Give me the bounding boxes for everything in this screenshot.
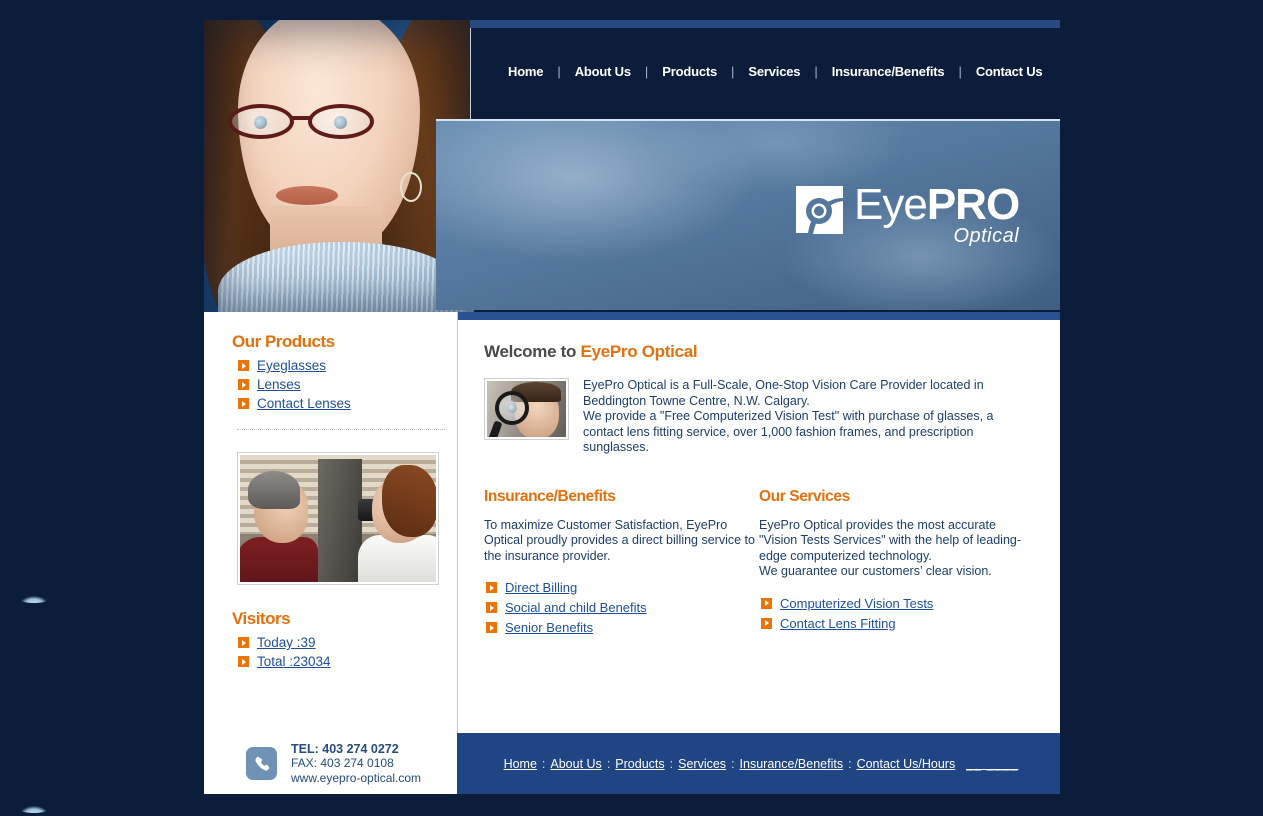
welcome-prefix: Welcome to xyxy=(484,342,581,361)
column-link-label[interactable]: Social and child Benefits xyxy=(505,600,647,615)
sidebar-link-label[interactable]: Lenses xyxy=(257,377,301,392)
sidebar-item-lenses[interactable]: Lenses xyxy=(238,377,435,392)
visitors-total-label[interactable]: Total :23034 xyxy=(257,654,331,669)
website-url: www.eyepro-optical.com xyxy=(291,770,422,785)
magnifier-handle xyxy=(487,420,503,437)
arrow-bullet-icon xyxy=(486,622,497,633)
nav-links: Home | About Us | Products | Services | … xyxy=(470,64,1060,79)
arrow-bullet-icon xyxy=(761,597,772,609)
hero-banner: EyePRO Optical xyxy=(436,119,1060,310)
column-link-label[interactable]: Contact Lens Fitting xyxy=(780,616,896,631)
exam-photo-patient-hair xyxy=(248,471,300,509)
logo-eye-text: Eye xyxy=(854,180,928,229)
arrow-bullet-icon xyxy=(761,617,772,629)
arrow-bullet-icon xyxy=(238,398,249,409)
fax-number: FAX: 403 274 0108 xyxy=(291,756,394,771)
sidebar-link-label[interactable]: Eyeglasses xyxy=(257,358,326,373)
nav-top-accent-bar xyxy=(470,20,1060,28)
logo-wordmark: EyePRO Optical xyxy=(854,180,1020,248)
welcome-brand: EyePro Optical xyxy=(580,342,698,361)
footer-trailing-underscores: __ ____ xyxy=(966,756,1019,771)
sidebar-item-contact-lenses[interactable]: Contact Lenses xyxy=(238,396,435,411)
telephone-number: TEL: 403 274 0272 xyxy=(291,741,399,756)
link-senior-benefits[interactable]: Senior Benefits xyxy=(486,620,759,635)
footer-link-contact-us-hours[interactable]: Contact Us/Hours xyxy=(852,757,961,771)
nav-item-home[interactable]: Home xyxy=(494,64,557,79)
sidebar-heading-visitors: Visitors xyxy=(232,609,291,628)
eye-logo-icon xyxy=(788,183,850,239)
portrait-vignette xyxy=(204,20,474,312)
footer-navigation: Home : About Us : Products : Services : … xyxy=(457,733,1060,794)
intro-block: EyePro Optical is a Full-Scale, One-Stop… xyxy=(484,378,1034,456)
decorative-arc-left-lower xyxy=(20,806,48,813)
sidebar-exam-photo xyxy=(237,452,439,585)
column-insurance-benefits: Insurance/Benefits To maximize Customer … xyxy=(484,488,759,641)
sidebar-link-label[interactable]: Contact Lenses xyxy=(257,396,351,411)
main-navigation-bar: Home | About Us | Products | Services | … xyxy=(470,20,1060,119)
column-heading: Insurance/Benefits xyxy=(484,487,616,505)
hero-portrait-photo xyxy=(204,20,474,312)
link-contact-lens-fitting[interactable]: Contact Lens Fitting xyxy=(761,616,1034,631)
decorative-arc-left-upper xyxy=(20,596,48,603)
link-direct-billing[interactable]: Direct Billing xyxy=(486,580,759,595)
column-heading: Our Services xyxy=(759,487,850,505)
main-content: Welcome to EyePro Optical EyePro Optical… xyxy=(457,312,1060,733)
content-columns: Insurance/Benefits To maximize Customer … xyxy=(484,488,1034,641)
exam-photo-slit-lamp xyxy=(318,459,362,582)
footer-contact-block: TEL: 403 274 0272 FAX: 403 274 0108 www.… xyxy=(204,733,457,794)
nav-item-products[interactable]: Products xyxy=(648,64,731,79)
arrow-bullet-icon xyxy=(486,602,497,613)
nav-item-about-us[interactable]: About Us xyxy=(561,64,645,79)
phone-icon xyxy=(246,747,277,780)
logo-tagline: Optical xyxy=(953,225,1020,247)
nav-item-insurance-benefits[interactable]: Insurance/Benefits xyxy=(818,64,959,79)
site-footer: TEL: 403 274 0272 FAX: 403 274 0108 www.… xyxy=(204,733,1060,794)
arrow-bullet-icon xyxy=(238,656,249,667)
arrow-bullet-icon xyxy=(486,582,497,593)
column-link-label[interactable]: Senior Benefits xyxy=(505,620,593,635)
magnifier-icon xyxy=(495,391,529,425)
arrow-bullet-icon xyxy=(238,379,249,390)
nav-item-services[interactable]: Services xyxy=(734,64,814,79)
exam-photo-optometrist-hair xyxy=(382,465,436,537)
site-header: Home | About Us | Products | Services | … xyxy=(204,20,1060,312)
link-computerized-vision-tests[interactable]: Computerized Vision Tests xyxy=(761,596,1034,611)
column-link-label[interactable]: Computerized Vision Tests xyxy=(780,596,933,611)
page-title: Welcome to EyePro Optical xyxy=(484,342,1034,362)
column-our-services: Our Services EyePro Optical provides the… xyxy=(759,488,1034,641)
footer-link-services[interactable]: Services xyxy=(673,757,731,771)
page-body: Our Products Eyeglasses Lenses Contact L… xyxy=(204,312,1060,733)
sidebar-item-visitors-total[interactable]: Total :23034 xyxy=(238,654,435,669)
contact-details: TEL: 403 274 0272 FAX: 403 274 0108 www.… xyxy=(291,742,421,786)
content-top-accent-bar xyxy=(458,312,1060,320)
footer-link-about-us[interactable]: About Us xyxy=(545,757,606,771)
arrow-bullet-icon xyxy=(238,360,249,371)
link-social-and-child-benefits[interactable]: Social and child Benefits xyxy=(486,600,759,615)
column-body-text: To maximize Customer Satisfaction, EyePr… xyxy=(484,517,755,563)
intro-paragraph: EyePro Optical is a Full-Scale, One-Stop… xyxy=(583,378,994,454)
sidebar-item-visitors-today[interactable]: Today :39 xyxy=(238,635,435,650)
logo-pro-text: PRO xyxy=(926,180,1020,229)
page-container: Home | About Us | Products | Services | … xyxy=(204,0,1060,794)
site-logo[interactable]: EyePRO Optical xyxy=(788,180,1020,248)
intro-magnifier-photo xyxy=(484,378,569,440)
arrow-bullet-icon xyxy=(238,637,249,648)
sidebar-item-eyeglasses[interactable]: Eyeglasses xyxy=(238,358,435,373)
sidebar-divider xyxy=(237,429,445,430)
sidebar: Our Products Eyeglasses Lenses Contact L… xyxy=(204,312,457,733)
footer-link-insurance-benefits[interactable]: Insurance/Benefits xyxy=(735,757,849,771)
column-body-text: EyePro Optical provides the most accurat… xyxy=(759,517,1022,579)
nav-item-contact-us[interactable]: Contact Us xyxy=(962,64,1057,79)
visitors-today-label[interactable]: Today :39 xyxy=(257,635,316,650)
sidebar-heading-products: Our Products xyxy=(232,332,335,351)
footer-link-products[interactable]: Products xyxy=(610,757,669,771)
column-link-label[interactable]: Direct Billing xyxy=(505,580,577,595)
footer-link-home[interactable]: Home xyxy=(499,757,542,771)
exam-photo-patient-body xyxy=(240,537,318,582)
